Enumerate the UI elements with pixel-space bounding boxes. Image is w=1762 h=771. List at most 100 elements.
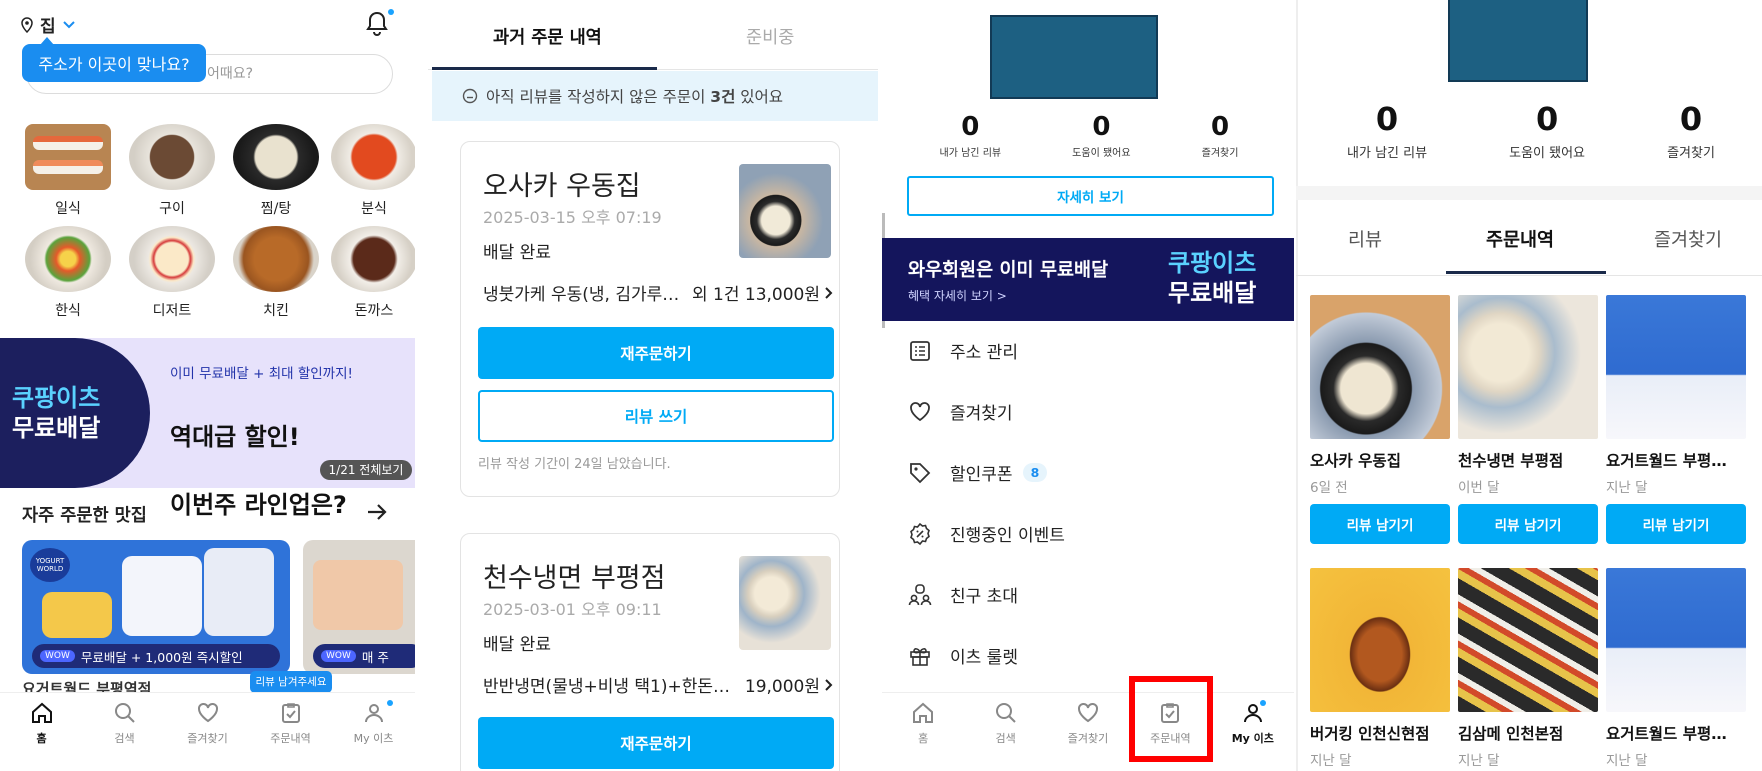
stat-my-reviews[interactable]: 0 내가 남긴 리뷰 <box>940 112 1002 159</box>
category-label: 분식 <box>361 201 387 217</box>
order-items[interactable]: 반반냉면(물냉+비냉 택1)+한돈… 19,000원 <box>483 672 833 697</box>
leave-review-button[interactable]: 리뷰 남기기 <box>1310 504 1450 544</box>
order-tile[interactable]: 요거트월드 부평… 지난 달 리뷰 남기기 <box>1606 295 1746 544</box>
stat-favorites[interactable]: 0 즐겨찾기 <box>1667 100 1715 161</box>
stat-my-reviews[interactable]: 0 내가 남긴 리뷰 <box>1347 100 1427 161</box>
menu-events[interactable]: 진행중인 이벤트 <box>882 503 1294 564</box>
tab-past-orders[interactable]: 과거 주문 내역 <box>493 24 602 49</box>
nav-label: 주문내역 <box>270 732 311 745</box>
order-card[interactable]: 천수냉면 부평점 2025-03-01 오후 09:11 배달 완료 반반냉면(… <box>460 533 840 771</box>
order-date: 2025-03-15 오후 07:19 <box>483 208 662 227</box>
order-price: 19,000원 <box>744 677 820 697</box>
nav-my-eats[interactable]: My 이츠 <box>1212 693 1294 771</box>
menu-address[interactable]: 주소 관리 <box>882 320 1294 381</box>
grilled-meat-icon <box>129 124 215 190</box>
stat-value: 0 <box>1211 112 1230 142</box>
divider <box>1296 0 1298 771</box>
order-items[interactable]: 냉붓가케 우동(냉, 김가루… 외 1건 13,000원 <box>483 280 833 305</box>
restaurant-card[interactable]: YOGURT WORLD WOW 무료배달 + 1,000원 즉시할인 <box>22 540 290 674</box>
nav-favorites[interactable]: 즐겨찾기 <box>1047 693 1129 771</box>
order-card[interactable]: 오사카 우동집 2025-03-15 오후 07:19 배달 완료 냉붓가케 우… <box>460 141 840 497</box>
arrow-right-icon[interactable] <box>366 502 388 522</box>
nav-home[interactable]: 홈 <box>0 693 83 771</box>
leave-review-button[interactable]: 리뷰 남기기 <box>1458 504 1598 544</box>
nav-search[interactable]: 검색 <box>83 693 166 771</box>
nav-my-eats[interactable]: My 이츠 <box>332 693 415 771</box>
category-item-sushi[interactable]: 일식 <box>22 124 114 218</box>
tile-date: 6일 전 <box>1310 480 1348 496</box>
review-notice: 아직 리뷰를 작성하지 않은 주문이 3건 있어요 <box>432 71 878 121</box>
stat-label: 즐겨찾기 <box>1201 148 1239 159</box>
redacted-profile-area <box>990 15 1158 99</box>
list-icon <box>908 339 932 363</box>
order-tile[interactable]: 버거킹 인천신현점 지난 달 <box>1310 568 1450 769</box>
order-tile[interactable]: 천수냉면 부평점 이번 달 리뷰 남기기 <box>1458 295 1598 544</box>
notice-text: 있어요 <box>735 88 784 106</box>
stat-helpful[interactable]: 0 도움이 됐어요 <box>1509 100 1585 161</box>
order-tile[interactable]: 요거트월드 부평… 지난 달 <box>1606 568 1746 769</box>
wow-badge: WOW <box>40 650 75 662</box>
notice-text: 아직 리뷰를 작성하지 않은 주문이 <box>486 88 711 106</box>
category-item-chicken[interactable]: 치킨 <box>230 226 322 320</box>
view-details-button[interactable]: 자세히 보기 <box>907 176 1274 216</box>
tab-favorites[interactable]: 즐겨찾기 <box>1654 226 1722 252</box>
active-tab-indicator <box>1446 271 1606 274</box>
tab-reviews[interactable]: 리뷰 <box>1348 226 1382 252</box>
order-tile[interactable]: 오사카 우동집 6일 전 리뷰 남기기 <box>1310 295 1450 544</box>
nav-home[interactable]: 홈 <box>882 693 964 771</box>
order-tabs: 과거 주문 내역 준비중 <box>428 0 878 70</box>
promo-banner[interactable]: 쿠팡이츠 무료배달 이미 무료배달 + 최대 할인까지! 역대급 할인! 이번주… <box>0 338 415 519</box>
category-item-stew[interactable]: 찜/탕 <box>230 124 322 218</box>
menu-label: 할인쿠폰 <box>950 465 1013 485</box>
logo-line: 무료배달 <box>12 414 101 442</box>
category-label: 한식 <box>55 303 81 319</box>
tile-name: 요거트월드 부평… <box>1606 725 1727 743</box>
nav-label: 검색 <box>995 732 1016 745</box>
coupang-eats-logo: 쿠팡이츠 무료배달 <box>1168 248 1256 308</box>
menu-favorites[interactable]: 즐겨찾기 <box>882 381 1294 442</box>
tab-orders[interactable]: 주문내역 <box>1486 226 1554 252</box>
restaurant-name-peek: 요거트월드 부평역점 <box>22 680 152 692</box>
stat-favorites[interactable]: 0 즐겨찾기 <box>1202 112 1239 159</box>
address-tooltip[interactable]: 주소가 이곳이 맞나요? <box>22 37 206 82</box>
write-review-button[interactable]: 리뷰 쓰기 <box>478 390 834 442</box>
category-item-cutlet[interactable]: 돈까스 <box>328 226 415 320</box>
review-tooltip[interactable]: 리뷰 남겨주세요 <box>250 671 332 693</box>
stat-helpful[interactable]: 0 도움이 됐어요 <box>1072 112 1130 159</box>
user-icon <box>362 701 386 725</box>
leave-review-button[interactable]: 리뷰 남기기 <box>1606 504 1746 544</box>
order-tile[interactable]: 김삼메 인천본점 지난 달 <box>1458 568 1598 769</box>
headline-line: 역대급 할인! <box>170 423 300 451</box>
menu-invite[interactable]: 친구 초대 <box>882 564 1294 625</box>
wow-banner[interactable]: 와우회원은 이미 무료배달 혜택 자세히 보기 > 쿠팡이츠 무료배달 <box>882 238 1294 321</box>
tile-name: 오사카 우동집 <box>1310 452 1401 470</box>
tab-preparing[interactable]: 준비중 <box>746 24 794 49</box>
tile-date: 이번 달 <box>1458 480 1500 496</box>
nav-favorites[interactable]: 즐겨찾기 <box>166 693 249 771</box>
tile-date: 지난 달 <box>1310 753 1352 769</box>
nav-orders[interactable]: 주문내역 <box>249 693 332 771</box>
nav-search[interactable]: 검색 <box>964 693 1046 771</box>
menu-coupons[interactable]: 할인쿠폰 8 <box>882 442 1294 503</box>
reorder-button[interactable]: 재주문하기 <box>478 717 834 769</box>
stat-value: 0 <box>961 112 980 142</box>
promo-strip: WOW 매 주 <box>313 644 415 668</box>
profile-screen: 0 내가 남긴 리뷰 0 도움이 됐어요 0 즐겨찾기 리뷰 주문내역 즐겨찾기 오사… <box>1296 0 1762 771</box>
category-item-korean[interactable]: 한식 <box>22 226 114 320</box>
friends-icon <box>908 583 932 607</box>
address-selector[interactable]: 집 <box>20 12 76 37</box>
category-item-grilled[interactable]: 구이 <box>126 124 218 218</box>
order-item-text: 냉붓가케 우동(냉, 김가루… <box>483 285 680 305</box>
yogurt-world-logo: YOGURT WORLD <box>30 548 70 582</box>
banner-page-indicator[interactable]: 1/21 전체보기 <box>320 460 412 480</box>
menu-roulette[interactable]: 이츠 룰렛 <box>882 625 1294 686</box>
category-item-bunsik[interactable]: 분식 <box>328 124 415 218</box>
reorder-button[interactable]: 재주문하기 <box>478 327 834 379</box>
category-label: 디저트 <box>152 303 192 319</box>
bell-icon[interactable] <box>365 10 389 36</box>
restaurant-card[interactable]: WOW 매 주 <box>303 540 415 674</box>
food-image <box>1458 568 1598 712</box>
banner-link[interactable]: 혜택 자세히 보기 > <box>908 287 1007 304</box>
location-pin-icon <box>20 16 34 33</box>
category-item-dessert[interactable]: 디저트 <box>126 226 218 320</box>
